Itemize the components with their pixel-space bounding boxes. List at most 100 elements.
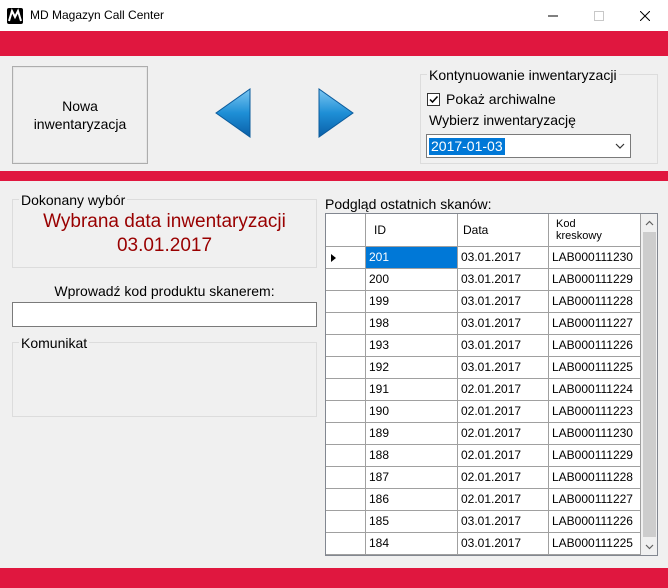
cell-id[interactable]: 200 xyxy=(366,269,458,291)
cell-date[interactable]: 02.01.2017 xyxy=(458,489,549,511)
cell-barcode[interactable]: LAB000111228 xyxy=(549,291,641,313)
table-row[interactable]: 184 03.01.2017 LAB000111225 xyxy=(326,533,641,555)
row-header[interactable] xyxy=(326,247,366,269)
row-header[interactable] xyxy=(326,467,366,489)
scroll-up-button[interactable] xyxy=(641,214,657,231)
cell-barcode[interactable]: LAB000111225 xyxy=(549,533,641,555)
cell-id[interactable]: 185 xyxy=(366,511,458,533)
minimize-icon xyxy=(548,15,558,16)
table-row[interactable]: 193 03.01.2017 LAB000111226 xyxy=(326,335,641,357)
cell-date[interactable]: 03.01.2017 xyxy=(458,291,549,313)
row-header[interactable] xyxy=(326,291,366,313)
cell-barcode[interactable]: LAB000111226 xyxy=(549,511,641,533)
cell-date[interactable]: 02.01.2017 xyxy=(458,467,549,489)
cell-barcode[interactable]: LAB000111229 xyxy=(549,269,641,291)
cell-barcode[interactable]: LAB000111224 xyxy=(549,379,641,401)
table-row[interactable]: 198 03.01.2017 LAB000111227 xyxy=(326,313,641,335)
cell-date[interactable]: 03.01.2017 xyxy=(458,335,549,357)
cell-date[interactable]: 03.01.2017 xyxy=(458,247,549,269)
cell-date[interactable]: 03.01.2017 xyxy=(458,313,549,335)
column-header-id[interactable]: ID xyxy=(366,214,458,247)
arrow-right-icon xyxy=(318,88,354,138)
cell-id[interactable]: 188 xyxy=(366,445,458,467)
cell-date[interactable]: 03.01.2017 xyxy=(458,533,549,555)
table-row[interactable]: 190 02.01.2017 LAB000111223 xyxy=(326,401,641,423)
scroll-down-button[interactable] xyxy=(641,538,657,555)
cell-id[interactable]: 190 xyxy=(366,401,458,423)
next-button[interactable] xyxy=(317,87,355,139)
cell-barcode[interactable]: LAB000111229 xyxy=(549,445,641,467)
table-row[interactable]: 201 03.01.2017 LAB000111230 xyxy=(326,247,641,269)
cell-date[interactable]: 03.01.2017 xyxy=(458,269,549,291)
row-header[interactable] xyxy=(326,313,366,335)
cell-id[interactable]: 192 xyxy=(366,357,458,379)
checkbox-box[interactable] xyxy=(427,92,440,106)
selected-inventory-caption: Wybrana data inwentaryzacji xyxy=(43,211,286,232)
previous-button[interactable] xyxy=(214,87,252,139)
row-header[interactable] xyxy=(326,533,366,555)
cell-date[interactable]: 03.01.2017 xyxy=(458,357,549,379)
cell-barcode[interactable]: LAB000111225 xyxy=(549,357,641,379)
table-row[interactable]: 186 02.01.2017 LAB000111227 xyxy=(326,489,641,511)
chevron-down-icon xyxy=(615,143,625,149)
row-header[interactable] xyxy=(326,269,366,291)
table-row[interactable]: 189 02.01.2017 LAB000111230 xyxy=(326,423,641,445)
cell-barcode[interactable]: LAB000111227 xyxy=(549,313,641,335)
show-archived-checkbox[interactable]: Pokaż archiwalne xyxy=(427,91,556,107)
column-header-barcode[interactable]: Kod kreskowy xyxy=(549,214,641,247)
row-header[interactable] xyxy=(326,445,366,467)
cell-id[interactable]: 187 xyxy=(366,467,458,489)
scan-preview-label: Podgląd ostatnich skanów: xyxy=(325,196,492,212)
inventory-date-select[interactable]: 2017-01-03 xyxy=(426,134,631,158)
cell-barcode[interactable]: LAB000111230 xyxy=(549,247,641,269)
table-row[interactable]: 192 03.01.2017 LAB000111225 xyxy=(326,357,641,379)
cell-date[interactable]: 02.01.2017 xyxy=(458,423,549,445)
row-header[interactable] xyxy=(326,511,366,533)
new-inventory-label: Nowa inwentaryzacja xyxy=(33,98,127,132)
table-row[interactable]: 185 03.01.2017 LAB000111226 xyxy=(326,511,641,533)
cell-barcode[interactable]: LAB000111227 xyxy=(549,489,641,511)
cell-barcode[interactable]: LAB000111223 xyxy=(549,401,641,423)
minimize-button[interactable] xyxy=(530,0,576,31)
cell-id[interactable]: 189 xyxy=(366,423,458,445)
cell-date[interactable]: 03.01.2017 xyxy=(458,511,549,533)
scroll-thumb[interactable] xyxy=(643,232,656,537)
row-header[interactable] xyxy=(326,489,366,511)
close-button[interactable] xyxy=(622,0,668,31)
row-header[interactable] xyxy=(326,379,366,401)
row-header[interactable] xyxy=(326,401,366,423)
cell-barcode[interactable]: LAB000111228 xyxy=(549,467,641,489)
close-icon xyxy=(640,10,650,21)
app-logo-icon xyxy=(7,8,23,24)
cell-id[interactable]: 201 xyxy=(366,247,458,269)
cell-id[interactable]: 193 xyxy=(366,335,458,357)
scan-code-input[interactable] xyxy=(12,302,317,327)
row-header[interactable] xyxy=(326,423,366,445)
cell-id[interactable]: 199 xyxy=(366,291,458,313)
cell-id[interactable]: 198 xyxy=(366,313,458,335)
table-row[interactable]: 199 03.01.2017 LAB000111228 xyxy=(326,291,641,313)
cell-id[interactable]: 184 xyxy=(366,533,458,555)
column-header-data[interactable]: Data xyxy=(458,214,549,247)
cell-id[interactable]: 191 xyxy=(366,379,458,401)
cell-date[interactable]: 02.01.2017 xyxy=(458,445,549,467)
row-header[interactable] xyxy=(326,357,366,379)
row-header[interactable] xyxy=(326,335,366,357)
new-inventory-button[interactable]: Nowa inwentaryzacja xyxy=(12,66,148,164)
cell-date[interactable]: 02.01.2017 xyxy=(458,401,549,423)
scan-code-label: Wprowadź kod produktu skanerem: xyxy=(54,283,275,299)
grid-header-row: ID Data Kod kreskowy xyxy=(326,214,641,247)
table-row[interactable]: 188 02.01.2017 LAB000111229 xyxy=(326,445,641,467)
cell-date[interactable]: 02.01.2017 xyxy=(458,379,549,401)
table-row[interactable]: 191 02.01.2017 LAB000111224 xyxy=(326,379,641,401)
cell-barcode[interactable]: LAB000111226 xyxy=(549,335,641,357)
cell-barcode[interactable]: LAB000111230 xyxy=(549,423,641,445)
table-row[interactable]: 187 02.01.2017 LAB000111228 xyxy=(326,467,641,489)
scan-preview-grid[interactable]: ID Data Kod kreskowy 201 03.01.2017 LAB000… xyxy=(325,213,658,556)
row-header-corner xyxy=(326,214,366,247)
cell-id[interactable]: 186 xyxy=(366,489,458,511)
table-row[interactable]: 200 03.01.2017 LAB000111229 xyxy=(326,269,641,291)
selected-inventory-date: 03.01.2017 xyxy=(116,235,213,256)
chevron-up-icon xyxy=(645,220,654,225)
vertical-scrollbar[interactable] xyxy=(641,214,657,555)
